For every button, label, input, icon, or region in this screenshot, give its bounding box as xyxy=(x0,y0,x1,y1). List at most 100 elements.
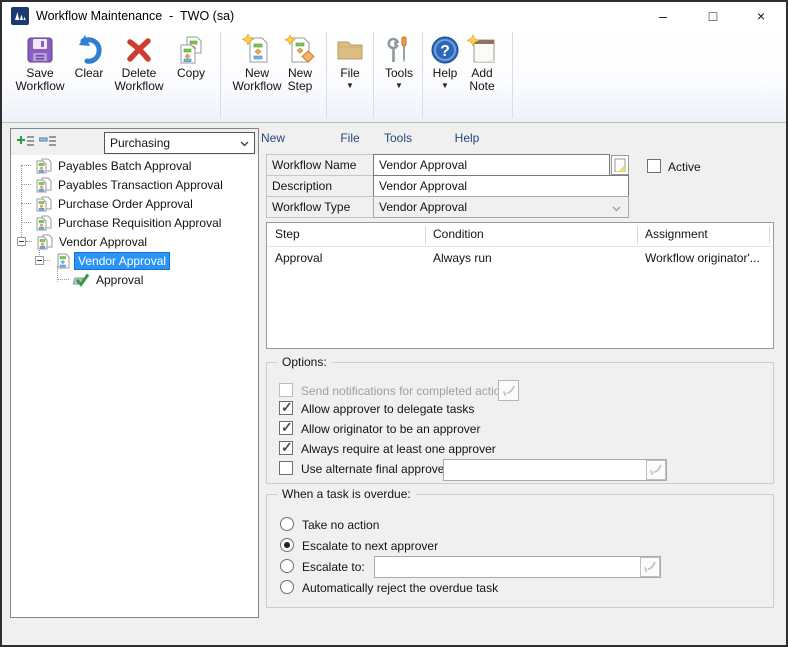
tools-menu-button[interactable]: Tools ▼ xyxy=(379,34,419,89)
description-input[interactable]: Vendor Approval xyxy=(373,175,629,197)
alternate-approver-lookup-icon[interactable] xyxy=(646,460,666,480)
delete-x-icon xyxy=(123,34,155,66)
take-no-action-radio[interactable] xyxy=(280,517,294,531)
active-label: Active xyxy=(668,160,701,174)
delete-workflow-button[interactable]: Delete Workflow xyxy=(110,34,168,93)
maximize-button[interactable]: □ xyxy=(690,2,736,30)
tree-item-selected[interactable]: Vendor Approval xyxy=(15,251,256,270)
overdue-legend: When a task is overdue: xyxy=(277,487,416,501)
alternate-approver-input[interactable] xyxy=(443,459,667,481)
workflow-name-input[interactable]: Vendor Approval xyxy=(373,154,610,176)
grid-cell-assignment[interactable]: Workflow originator'... xyxy=(645,251,760,265)
copy-button[interactable]: Copy xyxy=(168,34,214,80)
workflow-pages-icon xyxy=(35,177,52,193)
tree-item[interactable]: Purchase Order Approval xyxy=(15,194,256,213)
tree-item-expanded[interactable]: Vendor Approval xyxy=(15,232,256,251)
chevron-down-icon xyxy=(612,206,621,212)
workflow-pages-icon xyxy=(35,215,52,231)
escalate-to-input[interactable] xyxy=(374,556,661,578)
tree-item[interactable]: Payables Transaction Approval xyxy=(15,175,256,194)
title-bar: Workflow Maintenance - TWO (sa) – □ × xyxy=(2,2,786,30)
new-step-icon xyxy=(284,34,316,66)
folder-icon xyxy=(334,34,366,66)
tools-label: Tools xyxy=(385,67,413,80)
originator-approver-checkbox[interactable] xyxy=(279,421,293,435)
tree-item[interactable]: Purchase Requisition Approval xyxy=(15,213,256,232)
help-menu-button[interactable]: ? Help ▼ xyxy=(427,34,463,89)
workflow-maintenance-window: Workflow Maintenance - TWO (sa) – □ × Sa… xyxy=(0,0,788,647)
new-workflow-icon xyxy=(241,34,273,66)
chevron-down-icon: ▼ xyxy=(346,82,354,89)
expand-all-icon[interactable] xyxy=(17,135,35,149)
active-checkbox[interactable] xyxy=(647,159,661,173)
chevron-down-icon: ▼ xyxy=(395,82,403,89)
ribbon-separator xyxy=(373,32,374,118)
approval-check-icon xyxy=(73,272,90,288)
collapse-all-icon[interactable] xyxy=(39,135,57,149)
ribbon-separator xyxy=(326,32,327,118)
require-one-approver-checkbox[interactable] xyxy=(279,441,293,455)
add-note-button[interactable]: Add Note xyxy=(460,34,504,93)
escalate-next-approver-radio[interactable] xyxy=(280,538,294,552)
ribbon-separator xyxy=(220,32,221,118)
column-header-assignment[interactable]: Assignment xyxy=(645,227,708,241)
clear-label: Clear xyxy=(75,67,104,80)
tree-item[interactable]: Payables Batch Approval xyxy=(15,156,256,175)
escalate-to-label: Escalate to: xyxy=(302,560,365,574)
tools-icon xyxy=(383,34,415,66)
workflow-type-value: Vendor Approval xyxy=(379,200,467,214)
add-note-label: Add Note xyxy=(460,67,504,93)
tree-item-label: Vendor Approval xyxy=(74,252,170,270)
window-title: Workflow Maintenance - TWO (sa) xyxy=(36,9,234,23)
chevron-down-icon: ▼ xyxy=(441,82,449,89)
close-button[interactable]: × xyxy=(738,2,784,30)
require-one-approver-label: Always require at least one approver xyxy=(301,442,496,456)
collapse-expander-icon[interactable] xyxy=(35,256,44,265)
help-label: Help xyxy=(433,67,458,80)
steps-grid[interactable]: Step Condition Assignment Approval Alway… xyxy=(266,222,774,349)
workflow-type-dropdown[interactable]: Vendor Approval xyxy=(373,196,629,218)
column-header-step[interactable]: Step xyxy=(275,227,300,241)
escalate-next-approver-label: Escalate to next approver xyxy=(302,539,438,553)
tree-item-label: Payables Transaction Approval xyxy=(55,177,226,193)
workflow-pages-icon xyxy=(36,234,53,250)
save-workflow-button[interactable]: Save Workflow xyxy=(12,34,68,93)
tree-item-label: Purchase Requisition Approval xyxy=(55,215,224,231)
auto-reject-radio[interactable] xyxy=(280,580,294,594)
add-note-icon xyxy=(466,34,498,66)
tree-item-label: Vendor Approval xyxy=(56,234,150,250)
alternate-approver-checkbox[interactable] xyxy=(279,461,293,475)
grid-cell-step[interactable]: Approval xyxy=(275,251,322,265)
group-label-help: Help xyxy=(412,131,522,145)
file-label: File xyxy=(340,67,359,80)
clear-button[interactable]: Clear xyxy=(68,34,110,80)
svg-text:?: ? xyxy=(440,43,450,60)
new-step-label: New Step xyxy=(278,67,322,93)
take-no-action-label: Take no action xyxy=(302,518,379,532)
column-header-condition[interactable]: Condition xyxy=(433,227,484,241)
undo-arrow-icon xyxy=(73,34,105,66)
send-notifications-label: Send notifications for completed actions xyxy=(301,384,513,398)
copy-label: Copy xyxy=(177,67,205,80)
note-attach-icon[interactable] xyxy=(611,155,629,175)
auto-reject-label: Automatically reject the overdue task xyxy=(302,581,498,595)
workflow-pages-icon xyxy=(35,196,52,212)
allow-delegate-checkbox[interactable] xyxy=(279,401,293,415)
tree-item[interactable]: Approval xyxy=(15,270,256,289)
minimize-button[interactable]: – xyxy=(640,2,686,30)
escalate-to-radio[interactable] xyxy=(280,559,294,573)
options-legend: Options: xyxy=(277,355,332,369)
file-menu-button[interactable]: File ▼ xyxy=(330,34,370,89)
tree-item-label: Approval xyxy=(93,272,146,288)
grid-cell-condition[interactable]: Always run xyxy=(433,251,492,265)
category-dropdown[interactable]: Purchasing xyxy=(104,132,255,154)
chevron-down-icon xyxy=(240,141,249,147)
steps-grid-header: Step Condition Assignment xyxy=(267,223,773,247)
escalate-to-lookup-icon[interactable] xyxy=(640,557,660,577)
workflow-type-label: Workflow Type xyxy=(266,196,374,218)
save-icon xyxy=(24,34,56,66)
tree-item-label: Payables Batch Approval xyxy=(55,158,194,174)
description-label: Description xyxy=(266,175,374,197)
collapse-expander-icon[interactable] xyxy=(17,237,26,246)
new-step-button[interactable]: New Step xyxy=(278,34,322,93)
